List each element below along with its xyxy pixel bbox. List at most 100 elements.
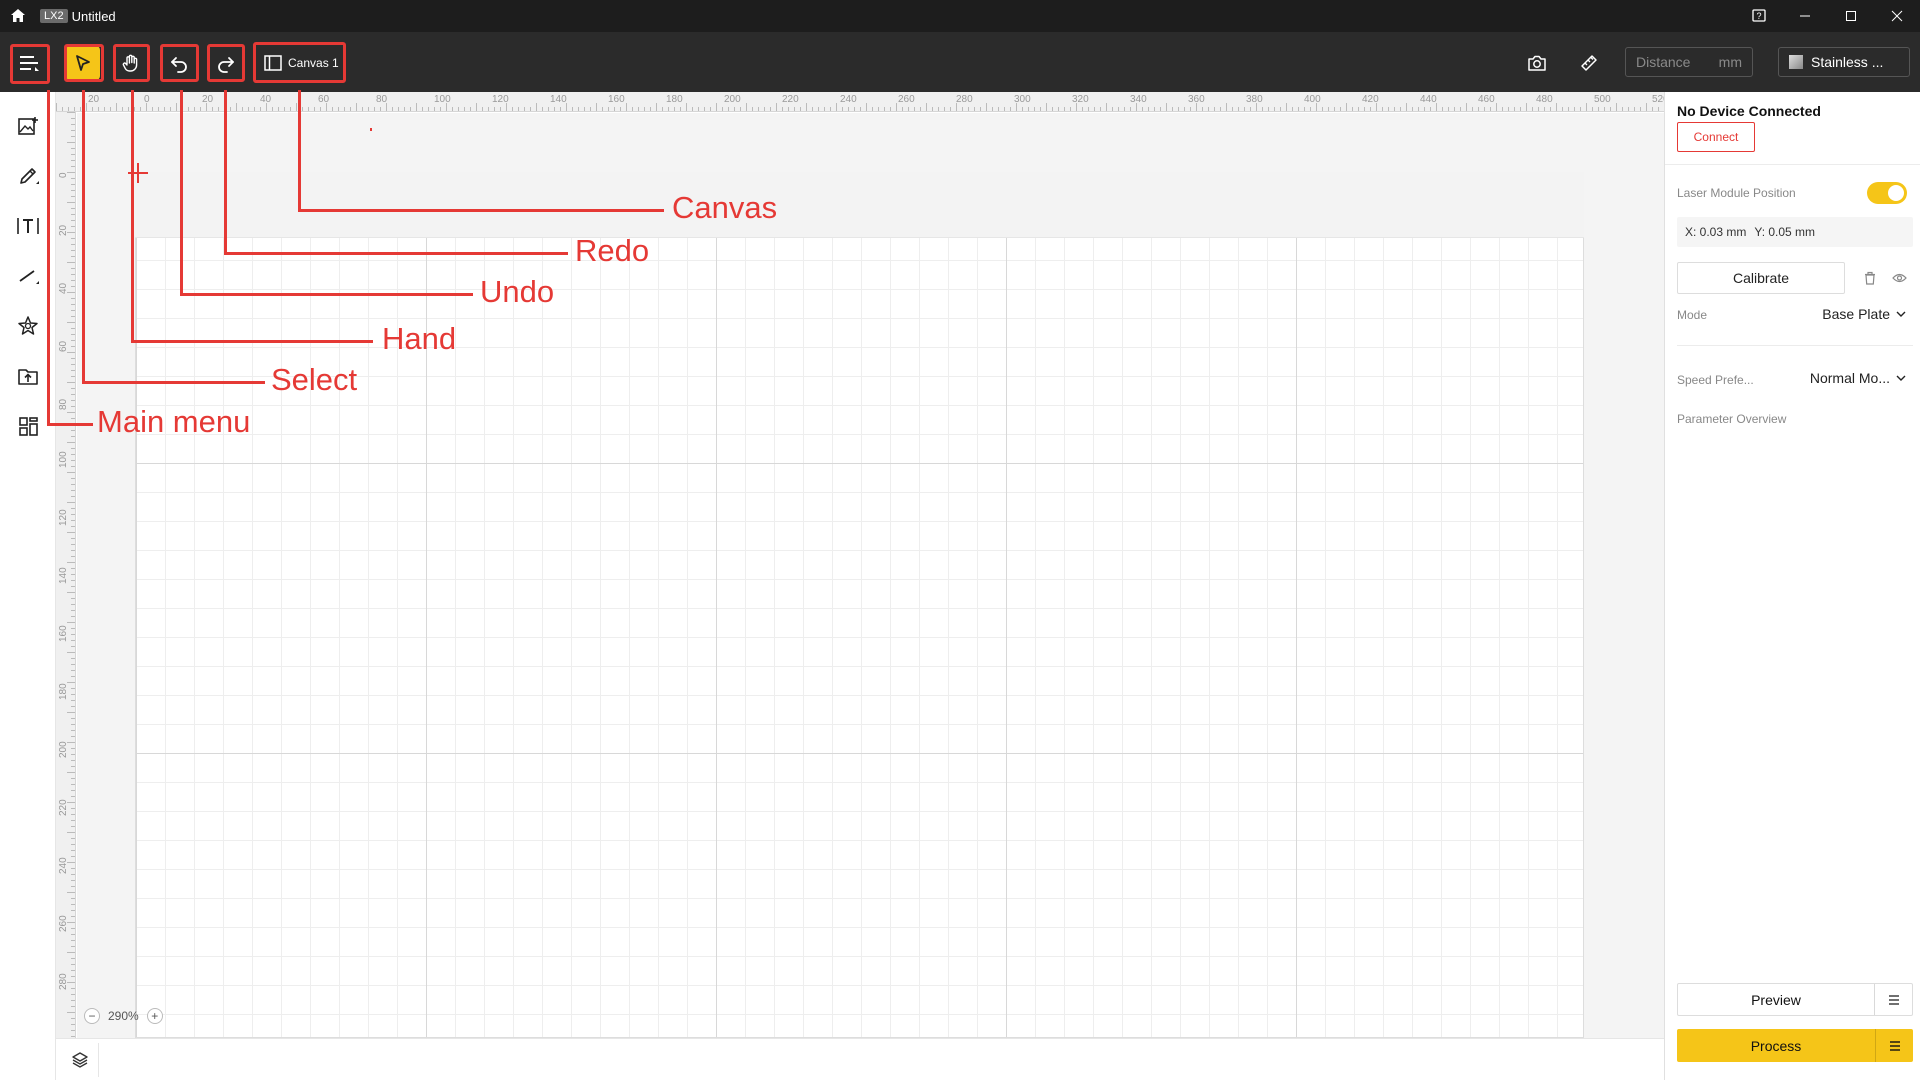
ruler-tick (68, 107, 69, 111)
distance-placeholder: Distance (1636, 54, 1691, 70)
ruler-tick (434, 107, 435, 111)
import-button[interactable] (14, 362, 42, 390)
ruler-tick (482, 107, 483, 111)
ruler-tick (67, 262, 75, 263)
ruler-tick (836, 103, 837, 111)
minimize-icon[interactable] (1782, 0, 1828, 32)
ruler-tick (71, 946, 75, 947)
ruler-tick (1124, 107, 1125, 111)
camera-button[interactable] (1522, 47, 1552, 79)
measure-button[interactable] (1574, 47, 1604, 79)
callout-hand: Hand (382, 321, 457, 356)
mode-dropdown[interactable]: Base Plate (1822, 306, 1906, 322)
ruler-tick (962, 107, 963, 111)
ruler-tick (71, 130, 75, 131)
ruler-tick (67, 952, 75, 953)
ruler-tick (944, 107, 945, 111)
ruler-tick (1442, 107, 1443, 111)
ruler-tick (638, 107, 639, 111)
trash-icon[interactable] (1862, 270, 1878, 286)
close-icon[interactable] (1874, 0, 1920, 32)
line-tool-button[interactable] (14, 262, 42, 290)
calibrate-button[interactable]: Calibrate (1677, 262, 1845, 294)
ruler-tick (1058, 107, 1059, 111)
speed-preference-dropdown[interactable]: Normal Mo... (1810, 370, 1906, 386)
ruler-tick (188, 107, 189, 111)
ruler-tick (1466, 103, 1467, 111)
ruler-tick (1478, 107, 1479, 111)
ruler-label: 60 (58, 340, 69, 352)
ruler-tick (71, 1030, 75, 1031)
ruler-tick (194, 107, 195, 111)
ruler-tick (866, 103, 867, 111)
layers-button[interactable] (68, 1049, 92, 1071)
layers-icon (72, 1052, 88, 1068)
ruler-tick (1394, 107, 1395, 111)
ruler-tick (1496, 103, 1497, 111)
pen-icon (20, 168, 39, 184)
highlight-redo (207, 44, 245, 82)
process-button[interactable]: Process (1677, 1029, 1875, 1062)
home-icon[interactable] (0, 0, 36, 32)
ruler-tick (380, 107, 381, 111)
laser-module-position-toggle[interactable] (1867, 182, 1907, 204)
ruler-tick (998, 107, 999, 111)
ruler-label: 260 (898, 94, 915, 105)
material-selector[interactable]: Stainless ... (1778, 47, 1910, 77)
callout-select: Select (271, 362, 358, 397)
ruler-tick (950, 107, 951, 111)
ruler-tick (314, 107, 315, 111)
shapes-tool-button[interactable] (14, 312, 42, 340)
ruler-tick (71, 214, 75, 215)
connect-button[interactable]: Connect (1677, 122, 1755, 152)
add-image-button[interactable] (14, 112, 42, 140)
ruler-tick (596, 103, 597, 111)
ruler-label: 160 (58, 625, 69, 642)
preview-button[interactable]: Preview (1678, 984, 1874, 1015)
maximize-icon[interactable] (1828, 0, 1874, 32)
ruler-label: 140 (58, 567, 69, 584)
ruler-tick (1340, 107, 1341, 111)
ruler-tick (71, 916, 75, 917)
ruler-tick (71, 874, 75, 875)
zoom-out-button[interactable]: − (84, 1008, 100, 1024)
ruler-tick (1190, 107, 1191, 111)
ruler-tick (71, 976, 75, 977)
ruler-label: 20 (58, 224, 69, 236)
ruler-tick (608, 107, 609, 111)
ruler-tick (71, 406, 75, 407)
elements-library-button[interactable] (14, 412, 42, 440)
distance-input[interactable]: Distance mm (1625, 47, 1753, 77)
ruler-tick (392, 107, 393, 111)
text-tool-button[interactable] (14, 212, 42, 240)
ruler-tick (476, 103, 477, 111)
work-area[interactable] (135, 172, 1584, 1038)
ruler-tick (1628, 107, 1629, 111)
help-icon[interactable]: ? (1736, 0, 1782, 32)
ruler-tick (1586, 103, 1587, 111)
zoom-in-button[interactable]: + (146, 1008, 163, 1024)
ruler-label: 40 (260, 94, 272, 105)
ruler-tick (1346, 103, 1347, 111)
ruler-tick (71, 586, 75, 587)
callout-line (224, 90, 227, 255)
eye-icon[interactable] (1891, 270, 1907, 286)
ruler-label: 240 (58, 857, 69, 874)
ruler-tick (71, 1000, 75, 1001)
ruler-tick (1568, 107, 1569, 111)
callout-line (82, 381, 265, 384)
ruler-tick (71, 556, 75, 557)
highlight-select (64, 44, 104, 82)
process-button-group: Process (1677, 1029, 1913, 1062)
preview-options-button[interactable] (1874, 984, 1912, 1015)
ruler-tick (626, 103, 627, 111)
ruler-label: 40 (58, 282, 69, 294)
ruler-tick (890, 107, 891, 111)
ruler-tick (1226, 103, 1227, 111)
ruler-tick (170, 107, 171, 111)
process-options-button[interactable] (1875, 1029, 1913, 1062)
pen-tool-button[interactable] (14, 162, 42, 190)
ruler-tick (71, 298, 75, 299)
ruler-tick (71, 844, 75, 845)
text-icon (17, 218, 39, 234)
